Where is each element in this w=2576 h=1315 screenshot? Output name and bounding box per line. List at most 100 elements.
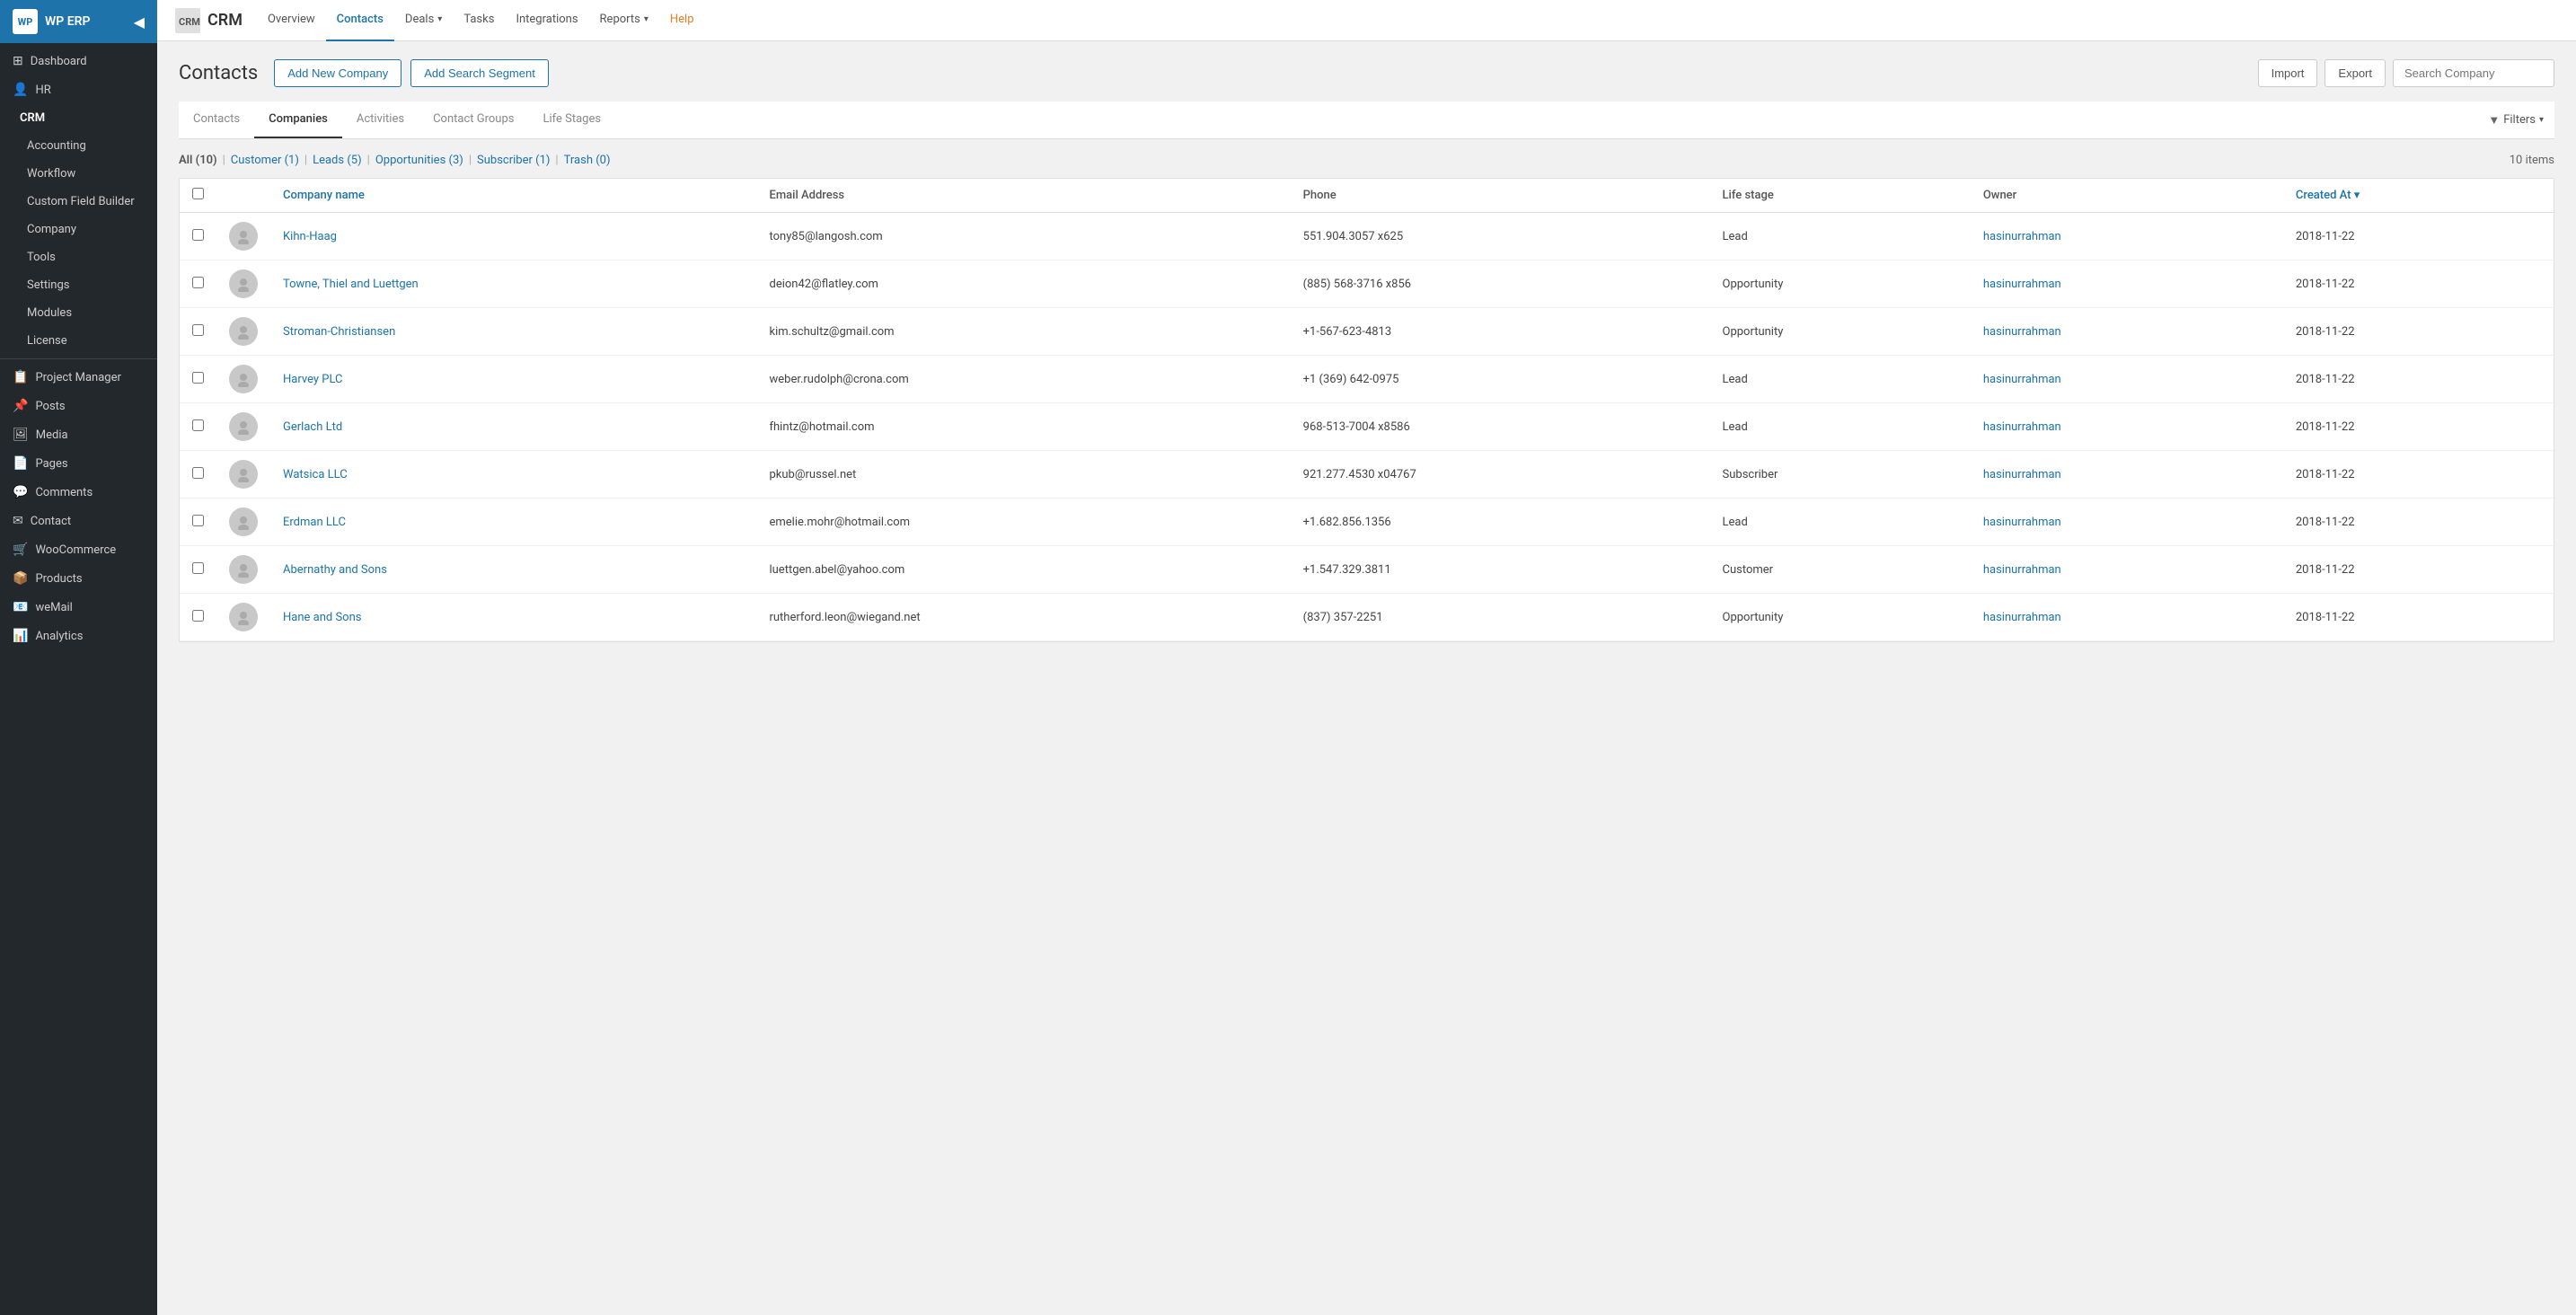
row-checkbox-4[interactable] <box>192 419 204 431</box>
add-search-segment-button[interactable]: Add Search Segment <box>410 59 549 87</box>
import-button[interactable]: Import <box>2258 59 2318 87</box>
row-avatar-1 <box>216 260 270 308</box>
row-phone-4: 968-513-7004 x8586 <box>1291 403 1710 451</box>
sidebar-item-project-manager[interactable]: 📋Project Manager <box>0 363 157 392</box>
row-checkbox-1[interactable] <box>192 277 204 288</box>
row-owner-4[interactable]: hasinurrahman <box>1971 403 2283 451</box>
sidebar-item-modules[interactable]: Modules <box>0 299 157 327</box>
row-checkbox-6[interactable] <box>192 515 204 526</box>
row-company-name-0[interactable]: Kihn-Haag <box>270 213 756 260</box>
row-company-name-1[interactable]: Towne, Thiel and Luettgen <box>270 260 756 308</box>
topnav-label-integrations: Integrations <box>516 13 578 26</box>
filter-customer[interactable]: Customer (1) <box>231 154 299 167</box>
sidebar-label-settings: Settings <box>27 278 69 292</box>
sidebar-item-tools[interactable]: Tools <box>0 243 157 271</box>
row-owner-1[interactable]: hasinurrahman <box>1971 260 2283 308</box>
filter-trash[interactable]: Trash (0) <box>564 154 611 167</box>
sidebar-item-custom-field-builder[interactable]: Custom Field Builder <box>0 188 157 216</box>
row-company-name-6[interactable]: Erdman LLC <box>270 499 756 546</box>
row-checkbox-0[interactable] <box>192 229 204 241</box>
tab-list: ContactsCompaniesActivitiesContact Group… <box>179 101 2488 138</box>
sidebar-item-license[interactable]: License <box>0 327 157 355</box>
sidebar-icon-posts: 📌 <box>13 399 28 413</box>
sidebar-item-company[interactable]: Company <box>0 216 157 243</box>
sidebar-item-products[interactable]: 📦Products <box>0 564 157 593</box>
sidebar-item-dashboard[interactable]: ⊞Dashboard <box>0 47 157 75</box>
topnav-item-overview[interactable]: Overview <box>257 0 326 41</box>
filter-leads[interactable]: Leads (5) <box>313 154 362 167</box>
sidebar-item-settings[interactable]: Settings <box>0 271 157 299</box>
row-checkbox-2[interactable] <box>192 324 204 336</box>
sidebar-item-accounting[interactable]: Accounting <box>0 132 157 160</box>
search-company-input[interactable] <box>2393 59 2554 87</box>
sidebar-header[interactable]: WP WP ERP ◀ <box>0 0 157 43</box>
row-owner-5[interactable]: hasinurrahman <box>1971 451 2283 499</box>
filter-opportunities[interactable]: Opportunities (3) <box>375 154 463 167</box>
col-company-name[interactable]: Company name <box>270 179 756 213</box>
tab-contact-groups[interactable]: Contact Groups <box>419 101 528 138</box>
topnav-item-reports[interactable]: Reports▾ <box>589 0 659 41</box>
sidebar-item-contact[interactable]: ✉Contact <box>0 507 157 535</box>
row-checkbox-3[interactable] <box>192 372 204 384</box>
topnav-item-deals[interactable]: Deals▾ <box>394 0 453 41</box>
row-owner-0[interactable]: hasinurrahman <box>1971 213 2283 260</box>
export-button[interactable]: Export <box>2325 59 2386 87</box>
tabs-bar: ContactsCompaniesActivitiesContact Group… <box>179 101 2554 139</box>
add-new-company-button[interactable]: Add New Company <box>274 59 401 87</box>
avatar-3 <box>229 365 258 393</box>
row-company-name-4[interactable]: Gerlach Ltd <box>270 403 756 451</box>
sidebar-label-contact: Contact <box>31 515 71 528</box>
row-company-name-5[interactable]: Watsica LLC <box>270 451 756 499</box>
table-row: Hane and Sons rutherford.leon@wiegand.ne… <box>180 594 2554 641</box>
sidebar-label-woocommerce: WooCommerce <box>35 543 116 557</box>
col-created-at[interactable]: Created At ▾ <box>2283 179 2554 213</box>
filters-button[interactable]: ▼ Filters ▾ <box>2488 113 2554 128</box>
tab-life-stages[interactable]: Life Stages <box>528 101 615 138</box>
topnav-item-contacts[interactable]: Contacts <box>326 0 394 41</box>
sidebar-item-crm[interactable]: CRM <box>0 104 157 132</box>
sidebar-item-media[interactable]: 🖼Media <box>0 420 157 449</box>
table-row: Kihn-Haag tony85@langosh.com 551.904.305… <box>180 213 2554 260</box>
sidebar-item-posts[interactable]: 📌Posts <box>0 392 157 420</box>
tab-contacts[interactable]: Contacts <box>179 101 254 138</box>
table-head: Company name Email Address Phone Life st… <box>180 179 2554 213</box>
topnav-label-deals: Deals <box>405 13 434 26</box>
tab-companies[interactable]: Companies <box>254 101 342 138</box>
row-company-name-7[interactable]: Abernathy and Sons <box>270 546 756 594</box>
row-owner-7[interactable]: hasinurrahman <box>1971 546 2283 594</box>
sidebar-toggle-icon[interactable]: ◀ <box>134 13 145 31</box>
row-owner-2[interactable]: hasinurrahman <box>1971 308 2283 356</box>
filter-subscriber[interactable]: Subscriber (1) <box>477 154 550 167</box>
row-checkbox-5[interactable] <box>192 467 204 479</box>
row-owner-3[interactable]: hasinurrahman <box>1971 356 2283 403</box>
sidebar-item-woocommerce[interactable]: 🛒WooCommerce <box>0 535 157 564</box>
sidebar-icon-project-manager: 📋 <box>13 370 28 384</box>
row-owner-6[interactable]: hasinurrahman <box>1971 499 2283 546</box>
topnav-item-integrations[interactable]: Integrations <box>505 0 588 41</box>
sidebar-item-wemail[interactable]: 📧weMail <box>0 593 157 622</box>
sidebar-item-workflow[interactable]: Workflow <box>0 160 157 188</box>
row-owner-8[interactable]: hasinurrahman <box>1971 594 2283 641</box>
filter-bar: All (10) | Customer (1) | Leads (5) | Op… <box>179 154 2554 167</box>
sidebar-item-pages[interactable]: 📄Pages <box>0 449 157 478</box>
filter-all[interactable]: All (10) <box>179 154 217 167</box>
row-checkbox-7[interactable] <box>192 562 204 574</box>
select-all-checkbox[interactable] <box>192 188 204 199</box>
row-created-at-6: 2018-11-22 <box>2283 499 2554 546</box>
sidebar-item-comments[interactable]: 💬Comments <box>0 478 157 507</box>
row-company-name-3[interactable]: Harvey PLC <box>270 356 756 403</box>
sidebar-icon-products: 📦 <box>13 571 28 586</box>
row-company-name-8[interactable]: Hane and Sons <box>270 594 756 641</box>
tab-activities[interactable]: Activities <box>342 101 419 138</box>
avatar-7 <box>229 555 258 584</box>
row-checkbox-8[interactable] <box>192 610 204 622</box>
sidebar-label-analytics: Analytics <box>35 630 83 643</box>
main-area: CRM CRM OverviewContactsDeals▾TasksInteg… <box>157 0 2576 1315</box>
topnav-item-help[interactable]: Help <box>659 0 705 41</box>
row-company-name-2[interactable]: Stroman-Christiansen <box>270 308 756 356</box>
sidebar-label-dashboard: Dashboard <box>31 55 87 68</box>
row-life-stage-1: Opportunity <box>1710 260 1971 308</box>
sidebar-item-analytics[interactable]: 📊Analytics <box>0 622 157 650</box>
topnav-item-tasks[interactable]: Tasks <box>453 0 505 41</box>
sidebar-item-hr[interactable]: 👤HR <box>0 75 157 104</box>
